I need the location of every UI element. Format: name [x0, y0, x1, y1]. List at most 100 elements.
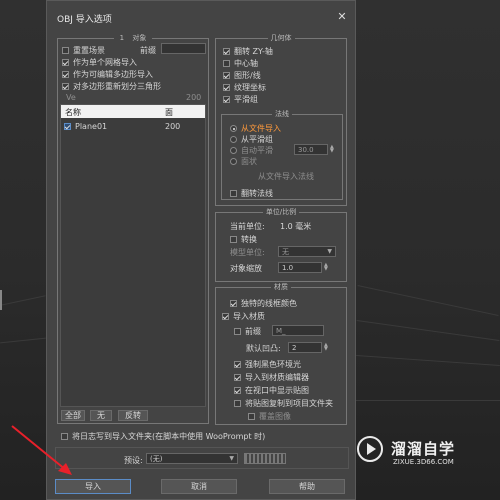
auto-smooth-label: 自动平滑 [241, 146, 273, 155]
material-prefix-option[interactable]: 前缀 [234, 326, 261, 337]
unique-wire-color-option[interactable]: 独特的线框颜色 [230, 298, 297, 309]
auto-smooth-spinner-icon[interactable]: ▲ ▼ [330, 145, 336, 154]
retriangulate-checkbox[interactable] [62, 83, 69, 90]
show-maps-label: 在视口中显示贴图 [245, 386, 309, 395]
material-prefix-checkbox[interactable] [234, 328, 241, 335]
overwrite-images-option[interactable]: 覆盖图像 [248, 411, 291, 422]
model-unit-dropdown[interactable]: 无 ▼ [278, 246, 336, 257]
column-header-name[interactable]: 名称 [65, 107, 81, 118]
select-none-button[interactable]: 无 [90, 410, 112, 421]
normals-from-file-note: 从文件导入法线 [258, 172, 314, 181]
overwrite-images-checkbox[interactable] [248, 413, 255, 420]
show-maps-option[interactable]: 在视口中显示贴图 [234, 385, 309, 396]
copy-maps-label: 将贴图复制到项目文件夹 [245, 399, 333, 408]
column-header-faces[interactable]: 面 [165, 107, 173, 118]
flip-zy-label: 翻转 ZY-轴 [234, 47, 273, 56]
smoothing-groups-checkbox[interactable] [223, 96, 230, 103]
import-materials-checkbox[interactable] [222, 313, 229, 320]
unique-wire-color-label: 独特的线框颜色 [241, 299, 297, 308]
default-bump-input[interactable]: 2 [288, 342, 322, 353]
obj-import-dialog: OBJ 导入选项 ✕ 1 对象 重置场景 前缀 作为单个网格导入 作为可编辑多边… [46, 0, 356, 500]
force-black-ambient-label: 强制黑色环境光 [245, 360, 301, 369]
reset-scene-option[interactable]: 重置场景 [62, 45, 105, 56]
auto-smooth-input[interactable]: 30.0 [294, 144, 328, 155]
faceted-radio[interactable] [230, 158, 237, 165]
vertex-count-value: 200 [186, 93, 202, 102]
prefix-input[interactable] [161, 43, 206, 54]
material-prefix-label: 前缀 [245, 327, 261, 336]
faceted-option[interactable]: 面状 [230, 156, 257, 167]
table-row[interactable]: Plane01 200 [64, 122, 204, 131]
normals-from-file-option[interactable]: 从文件导入 [230, 123, 281, 134]
shapes-checkbox[interactable] [223, 72, 230, 79]
smoothing-groups-option[interactable]: 平滑组 [223, 94, 258, 105]
single-mesh-option[interactable]: 作为单个网格导入 [62, 57, 137, 68]
scale-spinner-icon[interactable]: ▲ ▼ [324, 263, 330, 272]
normals-from-file-radio[interactable] [230, 125, 237, 132]
preset-dropdown[interactable]: (无) ▼ [146, 453, 238, 464]
single-mesh-checkbox[interactable] [62, 59, 69, 66]
preset-menu-icon[interactable] [244, 453, 286, 464]
flip-zy-option[interactable]: 翻转 ZY-轴 [223, 46, 273, 57]
force-black-ambient-option[interactable]: 强制黑色环境光 [234, 359, 301, 370]
copy-maps-checkbox[interactable] [234, 400, 241, 407]
preset-value: (无) [150, 455, 163, 463]
preset-bar: 预设: (无) ▼ [55, 447, 349, 469]
row-checkbox[interactable] [64, 123, 71, 130]
force-black-ambient-checkbox[interactable] [234, 361, 241, 368]
cancel-button[interactable]: 取消 [161, 479, 237, 494]
material-group: 材质 独特的线框颜色 导入材质 前缀 M_ 默认凹凸: 2 ▲ ▼ 强制黑色环境光… [215, 283, 347, 425]
write-log-option[interactable]: 将日志写到导入文件夹(在脚本中使用 WooPrompt 时) [61, 431, 265, 442]
normals-from-smoothing-radio[interactable] [230, 136, 237, 143]
prefix-label: 前缀 [140, 46, 156, 55]
close-button[interactable]: ✕ [335, 10, 349, 24]
select-invert-button[interactable]: 反转 [118, 410, 148, 421]
convert-option[interactable]: 转换 [230, 234, 257, 245]
scale-input[interactable]: 1.0 [278, 262, 322, 273]
shapes-option[interactable]: 图形/线 [223, 70, 261, 81]
unique-wire-color-checkbox[interactable] [230, 300, 237, 307]
texture-coords-option[interactable]: 纹理坐标 [223, 82, 266, 93]
reset-scene-checkbox[interactable] [62, 47, 69, 54]
retriangulate-option[interactable]: 对多边形重新划分三角形 [62, 81, 161, 92]
auto-smooth-option[interactable]: 自动平滑 [230, 145, 273, 156]
center-pivots-option[interactable]: 中心轴 [223, 58, 258, 69]
chevron-down-icon: ▼ [229, 455, 234, 462]
convert-checkbox[interactable] [230, 236, 237, 243]
material-prefix-input[interactable]: M_ [272, 325, 324, 336]
center-pivots-checkbox[interactable] [223, 60, 230, 67]
auto-smooth-radio[interactable] [230, 147, 237, 154]
import-into-editor-option[interactable]: 导入到材质编辑器 [234, 372, 309, 383]
retriangulate-label: 对多边形重新划分三角形 [73, 82, 161, 91]
watermark-brand: 溜溜自学 [391, 440, 456, 458]
object-name: Plane01 [75, 122, 108, 131]
shapes-label: 图形/线 [234, 71, 261, 80]
material-group-title: 材质 [216, 282, 346, 292]
import-button[interactable]: 导入 [55, 479, 131, 494]
editable-poly-option[interactable]: 作为可编辑多边形导入 [62, 69, 153, 80]
normals-from-smoothing-option[interactable]: 从平滑组 [230, 134, 273, 145]
show-maps-checkbox[interactable] [234, 387, 241, 394]
bump-spinner-icon[interactable]: ▲ ▼ [324, 343, 330, 352]
import-into-editor-checkbox[interactable] [234, 374, 241, 381]
texture-coords-checkbox[interactable] [223, 84, 230, 91]
object-list[interactable]: 名称 面 Plane01 200 [60, 104, 206, 407]
copy-maps-option[interactable]: 将贴图复制到项目文件夹 [234, 398, 333, 409]
dialog-title: OBJ 导入选项 [57, 15, 112, 25]
flip-zy-checkbox[interactable] [223, 48, 230, 55]
editable-poly-label: 作为可编辑多边形导入 [73, 70, 153, 79]
help-button[interactable]: 帮助 [269, 479, 345, 494]
flip-normals-checkbox[interactable] [230, 190, 237, 197]
center-pivots-label: 中心轴 [234, 59, 258, 68]
texture-coords-label: 纹理坐标 [234, 83, 266, 92]
watermark-play-icon [367, 443, 376, 455]
editable-poly-checkbox[interactable] [62, 71, 69, 78]
faceted-label: 面状 [241, 157, 257, 166]
scale-label: 对象缩放 [230, 264, 262, 273]
object-faces: 200 [165, 122, 181, 131]
normals-group-title: 法线 [222, 109, 342, 119]
tutorial-arrow-icon [11, 425, 72, 475]
import-materials-option[interactable]: 导入材质 [222, 311, 265, 322]
object-group-title: 对象 [129, 34, 150, 42]
flip-normals-option[interactable]: 翻转法线 [230, 188, 273, 199]
